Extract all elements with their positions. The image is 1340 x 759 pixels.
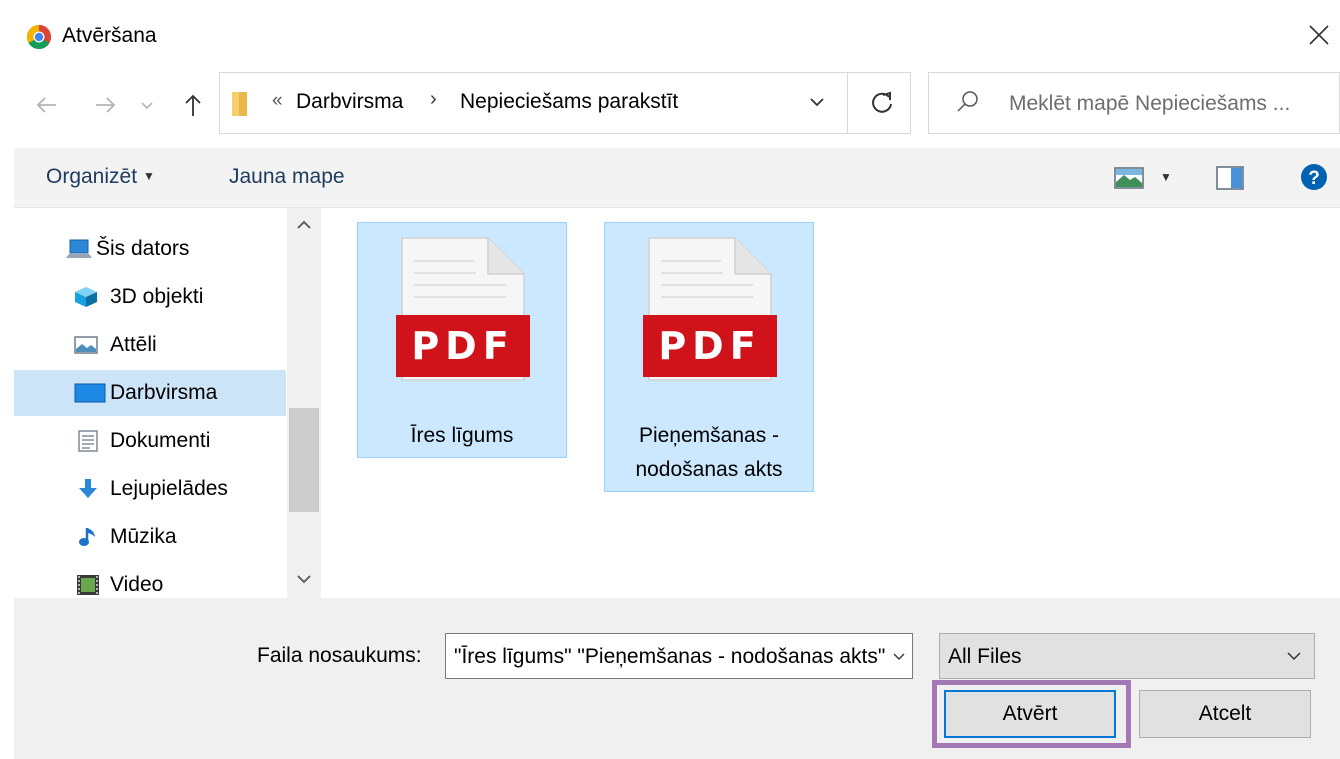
sidebar-item-label: Attēli <box>110 333 157 356</box>
organize-menu[interactable]: Organizēt ▼ <box>46 165 155 189</box>
music-icon <box>79 528 95 546</box>
search-input[interactable]: Meklēt mapē Nepieciešams ... <box>1009 92 1290 116</box>
breadcrumb-desktop[interactable]: Darbvirsma <box>296 90 403 114</box>
sidebar-item-label: Video <box>110 573 164 596</box>
sidebar-scrollbar[interactable] <box>287 208 321 598</box>
sidebar-item-label: Darbvirsma <box>110 381 218 404</box>
svg-text:PDF: PDF <box>411 324 514 368</box>
sidebar-item-3d-objects[interactable]: 3D objekti <box>14 274 286 320</box>
chevron-down-icon[interactable] <box>892 649 906 663</box>
recent-locations-chevron-icon[interactable] <box>138 90 156 120</box>
cancel-button[interactable]: Atcelt <box>1139 690 1311 738</box>
command-toolbar: Organizēt ▼ Jauna mape ▼ ? <box>14 148 1340 208</box>
pdf-file-icon: PDF <box>643 237 777 381</box>
sidebar-item-label: Lejupielādes <box>110 477 228 500</box>
sidebar-item-desktop[interactable]: Darbvirsma <box>14 370 286 416</box>
dialog-footer: Faila nosaukums: "Īres līgums" "Pieņemša… <box>14 598 1340 759</box>
folder-icon <box>232 92 247 116</box>
video-icon <box>77 575 99 595</box>
pdf-file-icon: PDF <box>396 237 530 381</box>
title-bar: Atvēršana <box>0 0 1340 70</box>
chevron-down-icon[interactable] <box>808 93 826 111</box>
new-folder-button[interactable]: Jauna mape <box>229 165 345 189</box>
open-button[interactable]: Atvērt <box>944 690 1116 738</box>
breadcrumb-current-folder[interactable]: Nepieciešams parakstīt <box>460 90 678 114</box>
sidebar-item-label: 3D objekti <box>110 285 204 308</box>
up-arrow-icon[interactable] <box>178 90 208 120</box>
computer-icon <box>66 239 92 258</box>
preview-pane-icon[interactable] <box>1216 166 1244 190</box>
sidebar-item-pictures[interactable]: Attēli <box>14 322 286 368</box>
sidebar-item-label: Šis dators <box>96 237 190 260</box>
change-view-icon[interactable] <box>1114 167 1144 189</box>
cube-icon <box>75 287 97 307</box>
sidebar-item-music[interactable]: Mūzika <box>14 514 286 560</box>
file-item-pienemsanas-nodosanas-akts[interactable]: PDF Pieņemšanas - nodošanas akts <box>604 222 814 492</box>
sidebar-item-label: Mūzika <box>110 525 177 548</box>
desktop-icon <box>74 383 106 403</box>
download-icon <box>79 479 97 498</box>
navigation-pane: Šis dators 3D objekti Attēli Darbvirsma … <box>14 208 286 598</box>
file-name: Pieņemšanas - nodošanas akts <box>635 424 783 481</box>
documents-icon <box>78 430 98 452</box>
file-list: PDF Īres līgums PDF Pieņemšanas - nodoša… <box>322 208 1340 598</box>
window-title: Atvēršana <box>62 24 157 47</box>
caret-down-icon: ▼ <box>143 169 155 183</box>
sidebar-item-documents[interactable]: Dokumenti <box>14 418 286 464</box>
chrome-icon <box>26 24 52 50</box>
address-bar[interactable]: « Darbvirsma › Nepieciešams parakstīt <box>219 72 911 134</box>
scroll-down-icon[interactable] <box>295 572 313 586</box>
sidebar-item-label: Dokumenti <box>110 429 211 452</box>
sidebar-item-this-pc[interactable]: Šis dators <box>14 226 286 272</box>
svg-text:PDF: PDF <box>658 324 761 368</box>
filename-label: Faila nosaukums: <box>257 644 422 667</box>
file-type-select[interactable]: All Files <box>939 633 1315 679</box>
forward-arrow-icon[interactable] <box>90 90 120 120</box>
scroll-thumb[interactable] <box>289 408 319 512</box>
organize-label: Organizēt <box>46 165 138 188</box>
help-icon[interactable]: ? <box>1300 163 1328 191</box>
file-type-value: All Files <box>948 645 1022 668</box>
scroll-up-icon[interactable] <box>295 218 313 232</box>
pictures-icon <box>74 336 98 354</box>
chevron-down-icon[interactable] <box>1286 649 1302 663</box>
navigation-bar: « Darbvirsma › Nepieciešams parakstīt Me… <box>14 70 1340 142</box>
back-arrow-icon[interactable] <box>32 90 62 120</box>
view-options-caret-icon[interactable]: ▼ <box>1160 170 1172 184</box>
file-item-ires-ligums[interactable]: PDF Īres līgums <box>357 222 567 458</box>
refresh-icon[interactable] <box>868 89 896 117</box>
address-divider <box>847 73 848 133</box>
filename-value: "Īres līgums" "Pieņemšanas - nodošanas a… <box>454 645 886 668</box>
sidebar-item-videos[interactable]: Video <box>14 562 286 598</box>
breadcrumb-overflow[interactable]: « <box>272 90 283 112</box>
breadcrumb-separator[interactable]: › <box>430 88 437 111</box>
search-icon <box>957 91 978 112</box>
sidebar-item-downloads[interactable]: Lejupielādes <box>14 466 286 512</box>
search-box[interactable]: Meklēt mapē Nepieciešams ... <box>928 72 1340 134</box>
filename-input[interactable]: "Īres līgums" "Pieņemšanas - nodošanas a… <box>445 633 913 679</box>
close-icon[interactable] <box>1302 18 1336 52</box>
file-name: Īres līgums <box>410 424 514 447</box>
svg-text:?: ? <box>1308 168 1320 189</box>
